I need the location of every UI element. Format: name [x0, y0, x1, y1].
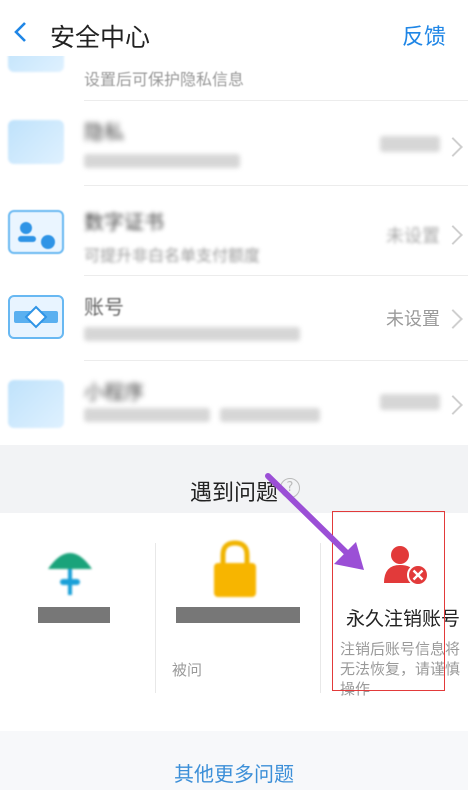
- chevron-right-icon: [443, 395, 463, 415]
- card-divider: [155, 543, 156, 693]
- arrow-annotation-icon: [265, 473, 364, 570]
- list-item-privacy-lock[interactable]: 设置后可保护隐私信息: [0, 56, 468, 100]
- blurred-subtitle: [84, 408, 210, 422]
- mini-program-icon: [8, 380, 64, 428]
- card-desc-fragment: 被问: [172, 661, 203, 679]
- blurred-card-title: [176, 607, 300, 623]
- account-icon: [8, 295, 64, 339]
- blurred-card-desc: [206, 663, 300, 675]
- card-problem-1[interactable]: [0, 525, 155, 725]
- blurred-card-desc: [60, 681, 76, 693]
- blurred-subtitle: [220, 408, 320, 422]
- feedback-link[interactable]: 反馈: [402, 19, 446, 51]
- list-item-title: 数字证书: [84, 210, 164, 234]
- blurred-status: [380, 136, 440, 152]
- list-item-privacy[interactable]: 隐私: [0, 110, 468, 180]
- blurred-subtitle: [84, 154, 240, 168]
- privacy-icon: [8, 120, 64, 164]
- blurred-card-desc: [10, 661, 138, 673]
- list-item-title: 小程序: [84, 380, 144, 404]
- status-value: 未设置: [386, 226, 440, 247]
- back-arrow-icon[interactable]: [10, 20, 34, 44]
- list-item-subtitle: 设置后可保护隐私信息: [84, 70, 245, 89]
- chevron-right-icon: [443, 309, 463, 329]
- list-item-account[interactable]: 账号 未设置: [0, 285, 468, 355]
- list-item-title: 隐私: [84, 120, 124, 144]
- section-title: 遇到问题: [189, 481, 278, 506]
- chevron-right-icon: [443, 137, 463, 157]
- list-item-certificate[interactable]: 数字证书 可提升非白名单支付额度 未设置: [0, 200, 468, 270]
- lock-icon: [214, 540, 256, 597]
- divider: [84, 100, 468, 101]
- umbrella-icon: [48, 553, 92, 595]
- divider: [84, 275, 468, 276]
- status-value: 未设置: [386, 309, 440, 330]
- certificate-icon: [8, 210, 64, 254]
- blurred-subtitle: [84, 327, 300, 341]
- blurred-card-desc: [10, 641, 138, 653]
- list-item-mini-program[interactable]: 小程序: [0, 370, 468, 440]
- chevron-right-icon: [443, 225, 463, 245]
- divider: [84, 360, 468, 361]
- blurred-card-desc: [222, 681, 262, 693]
- blurred-status: [380, 394, 440, 410]
- divider: [84, 185, 468, 186]
- privacy-lock-icon: [8, 56, 64, 72]
- page-title: 安全中心: [50, 23, 151, 52]
- blurred-card-title: [38, 607, 110, 623]
- more-questions-link[interactable]: 其他更多问题: [0, 758, 468, 787]
- blurred-card-desc: [174, 641, 298, 653]
- list-item-title: 账号: [84, 295, 124, 319]
- list-item-subtitle: 可提升非白名单支付额度: [84, 246, 261, 265]
